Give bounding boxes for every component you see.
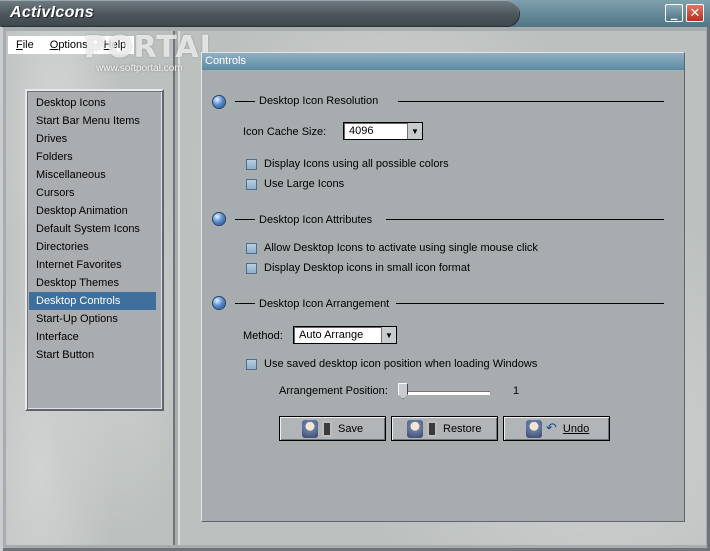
section-divider <box>386 219 664 220</box>
nav-item-start-button[interactable]: Start Button <box>29 346 156 364</box>
method-value: Auto Arrange <box>299 329 364 341</box>
nav-item-cursors[interactable]: Cursors <box>29 184 156 202</box>
nav-item-desktop-controls[interactable]: Desktop Controls <box>29 292 156 310</box>
save-button[interactable]: Save <box>279 416 386 441</box>
checkbox-all-colors[interactable] <box>246 159 257 170</box>
save-button-label: Save <box>338 422 364 435</box>
close-icon: ✕ <box>689 5 701 21</box>
checkbox-small-icon-format[interactable] <box>246 263 257 274</box>
triangle-down-icon[interactable]: ▼ <box>381 327 396 343</box>
restore-button[interactable]: Restore <box>391 416 498 441</box>
nav-item-start-up-options[interactable]: Start-Up Options <box>29 310 156 328</box>
app-title: ActivIcons <box>10 4 94 21</box>
icon-cache-size-select[interactable]: 4096 ▼ <box>343 122 423 140</box>
menu-options[interactable]: Options <box>41 36 96 54</box>
method-select[interactable]: Auto Arrange ▼ <box>293 326 397 344</box>
nav-item-desktop-icons[interactable]: Desktop Icons <box>29 94 156 112</box>
panel-title: Controls <box>202 53 684 70</box>
arrangement-position-label: Arrangement Position: <box>279 385 388 397</box>
user-face-icon <box>407 419 423 438</box>
minimize-icon: _ <box>670 5 678 21</box>
nav-item-directories[interactable]: Directories <box>29 238 156 256</box>
checkbox-large-icons[interactable] <box>246 179 257 190</box>
undo-button-label: Undo <box>562 422 590 435</box>
nav-item-start-bar-menu-items[interactable]: Start Bar Menu Items <box>29 112 156 130</box>
checkbox-single-click-label[interactable]: Allow Desktop Icons to activate using si… <box>264 242 538 254</box>
triangle-down-icon[interactable]: ▼ <box>407 123 422 139</box>
section-divider <box>396 303 664 304</box>
undo-arrow-icon: ↶ <box>546 421 557 436</box>
section-divider <box>235 219 255 220</box>
section-divider <box>235 303 255 304</box>
close-button[interactable]: ✕ <box>686 4 704 22</box>
nav-item-drives[interactable]: Drives <box>29 130 156 148</box>
checkbox-large-icons-label[interactable]: Use Large Icons <box>264 178 344 190</box>
restore-button-label: Restore <box>443 422 482 435</box>
checkbox-saved-position[interactable] <box>246 359 257 370</box>
section-title-resolution: Desktop Icon Resolution <box>259 95 379 107</box>
slider-thumb[interactable] <box>398 383 408 399</box>
section-title-arrangement: Desktop Icon Arrangement <box>259 298 390 310</box>
controls-panel: Controls Desktop Icon Resolution Icon Ca… <box>201 52 685 522</box>
nav-item-miscellaneous[interactable]: Miscellaneous <box>29 166 156 184</box>
user-face-icon <box>302 419 318 438</box>
nav-item-interface[interactable]: Interface <box>29 328 156 346</box>
nav-item-default-system-icons[interactable]: Default System Icons <box>29 220 156 238</box>
menu-file[interactable]: File <box>8 36 42 54</box>
nav-item-internet-favorites[interactable]: Internet Favorites <box>29 256 156 274</box>
menu-help[interactable]: Help <box>95 36 135 54</box>
document-icon <box>322 420 332 437</box>
nav-item-desktop-themes[interactable]: Desktop Themes <box>29 274 156 292</box>
arrangement-position-slider[interactable] <box>398 391 490 395</box>
minimize-button[interactable]: _ <box>665 4 683 22</box>
menu-bar: File Options Help <box>8 36 168 54</box>
nav-item-desktop-animation[interactable]: Desktop Animation <box>29 202 156 220</box>
document-icon <box>427 420 437 437</box>
checkbox-saved-position-label[interactable]: Use saved desktop icon position when loa… <box>264 358 537 370</box>
checkbox-all-colors-label[interactable]: Display Icons using all possible colors <box>264 158 449 170</box>
checkbox-single-click[interactable] <box>246 243 257 254</box>
category-list: Desktop Icons Start Bar Menu Items Drive… <box>25 89 164 411</box>
icon-cache-size-value: 4096 <box>349 125 374 137</box>
section-divider <box>235 101 255 102</box>
user-face-icon <box>526 419 542 438</box>
nav-item-folders[interactable]: Folders <box>29 148 156 166</box>
bullet-icon <box>213 297 225 309</box>
bullet-icon <box>213 213 225 225</box>
section-title-attributes: Desktop Icon Attributes <box>259 214 373 226</box>
section-divider <box>398 101 664 102</box>
undo-button[interactable]: ↶ Undo <box>503 416 610 441</box>
method-label: Method: <box>243 330 283 342</box>
watermark-url: www.softportal.com <box>96 63 183 74</box>
arrangement-position-value: 1 <box>513 385 520 397</box>
bullet-icon <box>213 96 225 108</box>
icon-cache-size-label: Icon Cache Size: <box>243 126 327 138</box>
checkbox-small-icon-format-label[interactable]: Display Desktop icons in small icon form… <box>264 262 470 274</box>
